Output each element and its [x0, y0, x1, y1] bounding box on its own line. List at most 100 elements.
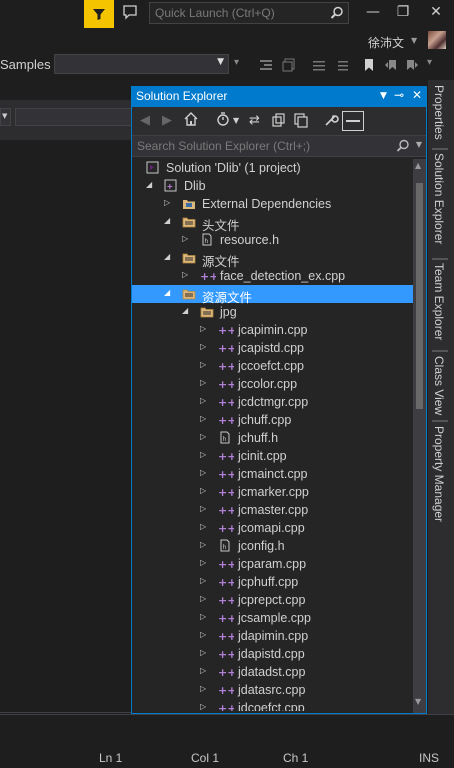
scrollbar-thumb[interactable] [416, 183, 423, 409]
collapsed-arrow-icon[interactable]: ▷ [200, 684, 206, 693]
pending-changes-filter-icon[interactable] [215, 111, 231, 127]
preview-selected-items-button[interactable] [342, 111, 364, 131]
collapse-all-icon[interactable] [293, 112, 309, 128]
wrench-icon[interactable] [323, 112, 339, 128]
tree-item[interactable]: ▷ ++ jccoefct.cpp [132, 357, 414, 375]
tree-item[interactable]: ▷ ++ jcomapi.cpp [132, 519, 414, 537]
tree-item[interactable]: ▷ External Dependencies [132, 195, 414, 213]
next-bookmark-icon[interactable] [405, 57, 419, 71]
expanded-arrow-icon[interactable]: ◢ [182, 306, 188, 315]
collapsed-arrow-icon[interactable]: ▷ [200, 504, 206, 513]
quick-launch-input[interactable]: Quick Launch (Ctrl+Q) [149, 2, 349, 24]
scroll-up-icon[interactable]: ▲ [415, 161, 421, 170]
toolbar-overflow-icon[interactable]: ▾ [427, 57, 441, 71]
collapsed-arrow-icon[interactable]: ▷ [200, 612, 206, 621]
collapsed-arrow-icon[interactable]: ▷ [200, 360, 206, 369]
tree-item[interactable]: ▷ ++ jcdctmgr.cpp [132, 393, 414, 411]
tree-item[interactable]: ▷ ++ face_detection_ex.cpp [132, 267, 414, 285]
tree-item[interactable]: ◢ jpg [132, 303, 414, 321]
tree-item[interactable]: ▷ ++ jcparam.cpp [132, 555, 414, 573]
tab-team-explorer[interactable]: Team Explorer [432, 263, 446, 340]
tree-item[interactable]: ▷ ++ jdatadst.cpp [132, 663, 414, 681]
tree-item[interactable]: ▷ ++ jccolor.cpp [132, 375, 414, 393]
collapsed-arrow-icon[interactable]: ▷ [200, 648, 206, 657]
forward-icon[interactable]: ▶ [162, 113, 172, 128]
back-icon[interactable]: ◀ [140, 113, 150, 128]
user-name[interactable]: 徐沛文 [368, 34, 404, 51]
chevron-down-icon[interactable]: ▼ [411, 36, 417, 45]
chevron-down-icon[interactable]: ▼ [233, 116, 239, 125]
collapsed-arrow-icon[interactable]: ▷ [200, 468, 206, 477]
bookmark-icon[interactable] [362, 57, 376, 71]
tree-item[interactable]: ▷ ++ jcmainct.cpp [132, 465, 414, 483]
refresh-icon[interactable] [271, 112, 287, 128]
tree-item[interactable]: ▷ ++ jcmaster.cpp [132, 501, 414, 519]
comment-icon[interactable] [312, 57, 326, 71]
vertical-scrollbar[interactable]: ▲ ▼ [413, 159, 426, 713]
toolbar-overflow-icon[interactable]: ▾ [234, 57, 248, 71]
tree-item[interactable]: ▷ ++ jdatasrc.cpp [132, 681, 414, 699]
minimize-button[interactable]: — [362, 4, 384, 24]
copy-icon[interactable] [282, 57, 296, 72]
tree-item[interactable]: Solution 'Dlib' (1 project) [132, 159, 414, 177]
collapsed-arrow-icon[interactable]: ▷ [182, 234, 188, 243]
tree-item[interactable]: ▷ ++ jcprepct.cpp [132, 591, 414, 609]
tab-properties[interactable]: Properties [432, 85, 446, 140]
tree-item[interactable]: ◢ 源文件 [132, 249, 414, 269]
collapsed-arrow-icon[interactable]: ▷ [200, 486, 206, 495]
collapsed-arrow-icon[interactable]: ▷ [200, 630, 206, 639]
expanded-arrow-icon[interactable]: ◢ [164, 252, 170, 261]
expanded-arrow-icon[interactable]: ◢ [164, 216, 170, 225]
tree-item[interactable]: ▷ ++ jcsample.cpp [132, 609, 414, 627]
previous-bookmark-icon[interactable] [384, 57, 398, 71]
tree-item[interactable]: ◢ 资源文件 [132, 285, 414, 305]
feedback-button[interactable] [120, 2, 142, 26]
collapsed-arrow-icon[interactable]: ▷ [200, 540, 206, 549]
tree-item[interactable]: ▷ ++ jdapimin.cpp [132, 627, 414, 645]
collapsed-arrow-icon[interactable]: ▷ [200, 666, 206, 675]
collapsed-arrow-icon[interactable]: ▷ [200, 342, 206, 351]
collapsed-arrow-icon[interactable]: ▷ [200, 576, 206, 585]
indent-icon[interactable] [259, 57, 273, 71]
tab-property-manager[interactable]: Property Manager [432, 426, 446, 522]
tree-item[interactable]: ▷ h jchuff.h [132, 429, 414, 447]
chevron-down-icon[interactable]: ▼ [416, 140, 422, 149]
home-icon[interactable] [183, 111, 199, 127]
collapsed-arrow-icon[interactable]: ▷ [200, 432, 206, 441]
expanded-arrow-icon[interactable]: ◢ [146, 180, 152, 189]
close-panel-icon[interactable]: ✕ [412, 88, 422, 102]
tree-item[interactable]: ▷ h jconfig.h [132, 537, 414, 555]
solution-explorer-search-input[interactable]: Search Solution Explorer (Ctrl+;) ▼ [132, 135, 426, 157]
tree-item[interactable]: ▷ h resource.h [132, 231, 414, 249]
samples-dropdown[interactable]: ▼ [54, 54, 229, 74]
tree-item[interactable]: ▷ ++ jdapistd.cpp [132, 645, 414, 663]
uncomment-icon[interactable] [335, 57, 349, 71]
expanded-arrow-icon[interactable]: ◢ [164, 288, 170, 297]
tree-item[interactable]: ▷ ++ jdcoefct.cpp [132, 699, 414, 711]
collapsed-arrow-icon[interactable]: ▷ [200, 702, 206, 711]
feedback-filter-button[interactable] [84, 0, 114, 28]
tree-item[interactable]: ▷ ++ jcinit.cpp [132, 447, 414, 465]
collapsed-arrow-icon[interactable]: ▷ [200, 522, 206, 531]
collapsed-arrow-icon[interactable]: ▷ [200, 396, 206, 405]
sync-with-active-document-icon[interactable]: ⇄ [249, 113, 260, 128]
tree-item[interactable]: ◢ 头文件 [132, 213, 414, 233]
collapsed-arrow-icon[interactable]: ▷ [200, 414, 206, 423]
tree-item[interactable]: ▷ ++ jchuff.cpp [132, 411, 414, 429]
collapsed-arrow-icon[interactable]: ▷ [200, 378, 206, 387]
tree-item[interactable]: ▷ ++ jcapimin.cpp [132, 321, 414, 339]
close-button[interactable]: ✕ [425, 4, 447, 24]
collapsed-arrow-icon[interactable]: ▷ [164, 198, 170, 207]
collapsed-arrow-icon[interactable]: ▷ [200, 594, 206, 603]
editor-project-dropdown[interactable]: ▼ [0, 108, 11, 126]
tree-item[interactable]: ▷ ++ jcphuff.cpp [132, 573, 414, 591]
editor-area[interactable] [0, 142, 132, 712]
tab-class-view[interactable]: Class View [432, 356, 446, 415]
solution-explorer-title-bar[interactable]: Solution Explorer ▼ ⊸ ✕ [132, 87, 426, 107]
editor-scope-dropdown[interactable] [15, 108, 132, 126]
collapsed-arrow-icon[interactable]: ▷ [200, 558, 206, 567]
pin-icon[interactable]: ⊸ [394, 88, 404, 102]
avatar[interactable] [428, 31, 446, 49]
scroll-down-icon[interactable]: ▼ [415, 697, 421, 706]
window-position-icon[interactable]: ▼ [380, 91, 387, 101]
